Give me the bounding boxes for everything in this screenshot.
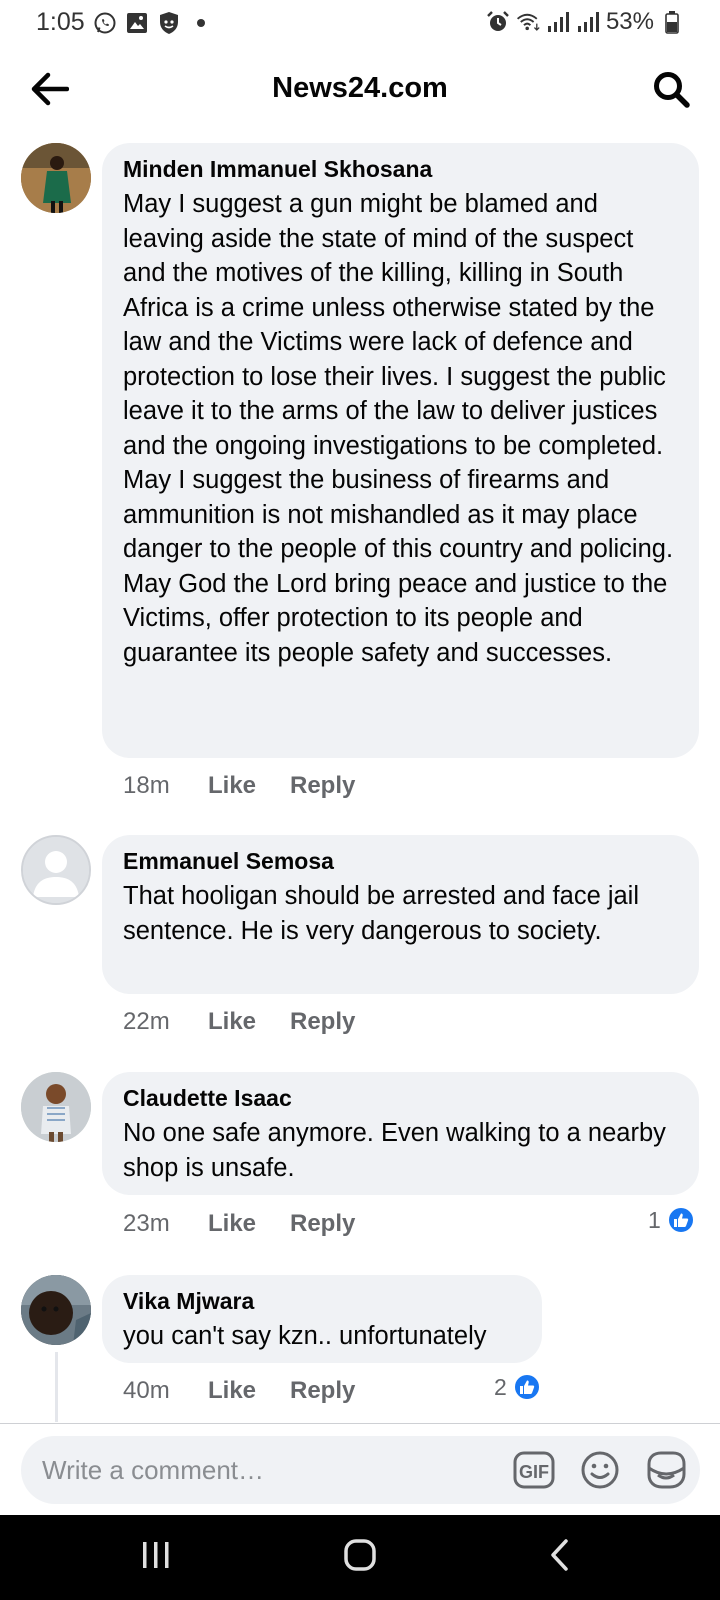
comment-text: May I suggest a gun might be blamed and … <box>123 190 674 667</box>
comment-time: 40m <box>123 1377 170 1404</box>
home-icon <box>343 1538 377 1577</box>
avatar[interactable] <box>21 1072 91 1142</box>
status-bar-left: 1:05 <box>36 8 213 37</box>
gallery-icon <box>125 11 149 35</box>
status-time: 1:05 <box>36 8 85 36</box>
emoji-icon[interactable] <box>578 1448 622 1492</box>
thumbs-up-icon <box>666 1206 695 1234</box>
shield-icon <box>157 11 181 35</box>
like-button[interactable]: Like <box>208 1008 290 1036</box>
comment-bubble[interactable]: Minden Immanuel Skhosana May I suggest a… <box>102 143 699 758</box>
page-title: News24.com <box>272 72 448 104</box>
comment-actions: 18m Like Reply <box>123 772 355 800</box>
comment-actions: 22m Like Reply <box>123 1008 355 1036</box>
avatar[interactable] <box>21 835 91 905</box>
avatar[interactable] <box>21 143 91 213</box>
recent-apps-icon <box>140 1540 172 1575</box>
composer-icons: GIF <box>512 1448 688 1492</box>
reply-button[interactable]: Reply <box>290 1008 355 1036</box>
reply-button[interactable]: Reply <box>290 772 355 800</box>
reaction-count[interactable]: 1 <box>648 1206 695 1234</box>
reaction-count[interactable]: 2 <box>494 1373 541 1401</box>
search-button[interactable] <box>648 68 694 114</box>
composer-divider <box>0 1423 720 1424</box>
dot-icon <box>189 11 213 35</box>
reaction-count-value: 2 <box>494 1373 507 1400</box>
home-button[interactable] <box>330 1535 390 1579</box>
recent-apps-button[interactable] <box>126 1535 186 1579</box>
reply-button[interactable]: Reply <box>290 1377 355 1405</box>
reaction-count-value: 1 <box>648 1206 661 1233</box>
comment-composer[interactable]: Write a comment… GIF <box>21 1436 700 1504</box>
like-button[interactable]: Like <box>208 772 290 800</box>
comment-author[interactable]: Minden Immanuel Skhosana <box>123 155 679 183</box>
comment-bubble[interactable]: Emmanuel Semosa That hooligan should be … <box>102 835 699 994</box>
comment-bubble[interactable]: Vika Mjwara you can't say kzn.. unfortun… <box>102 1275 542 1363</box>
status-bar-right: 53% <box>486 8 684 36</box>
signal-icon <box>576 10 600 34</box>
thumbs-up-icon <box>512 1373 541 1401</box>
search-icon <box>652 70 690 113</box>
comment-input[interactable]: Write a comment… <box>42 1455 264 1486</box>
comment-actions: 23m Like Reply <box>123 1210 355 1238</box>
system-nav-bar <box>0 1515 720 1600</box>
avatar[interactable] <box>21 1275 91 1345</box>
comment-actions: 40m Like Reply <box>123 1377 355 1405</box>
nav-back-button[interactable] <box>530 1535 590 1579</box>
comment-text: That hooligan should be arrested and fac… <box>123 882 640 945</box>
comment-author[interactable]: Emmanuel Semosa <box>123 847 679 875</box>
battery-percent: 53% <box>605 8 654 35</box>
comment-text: No one safe anymore. Even walking to a n… <box>123 1119 666 1182</box>
whatsapp-icon <box>93 11 117 35</box>
like-button[interactable]: Like <box>208 1377 290 1405</box>
comment-time: 22m <box>123 1008 170 1035</box>
comment-author[interactable]: Claudette Isaac <box>123 1084 679 1112</box>
comment-author[interactable]: Vika Mjwara <box>123 1287 522 1315</box>
back-icon <box>548 1538 572 1577</box>
gif-icon[interactable]: GIF <box>512 1448 556 1492</box>
status-bar: 1:05 53% <box>0 0 720 46</box>
svg-text:GIF: GIF <box>519 1462 549 1482</box>
comment-time: 18m <box>123 772 170 799</box>
sticker-icon[interactable] <box>644 1448 688 1492</box>
like-button[interactable]: Like <box>208 1210 290 1238</box>
comment-time: 23m <box>123 1210 170 1237</box>
alarm-icon <box>486 10 510 34</box>
reply-button[interactable]: Reply <box>290 1210 355 1238</box>
comment-text: you can't say kzn.. unfortunately <box>123 1322 487 1350</box>
wifi-icon <box>516 10 540 34</box>
reply-thread-line <box>55 1352 58 1422</box>
app-header: News24.com <box>0 56 720 126</box>
comment-bubble[interactable]: Claudette Isaac No one safe anymore. Eve… <box>102 1072 699 1195</box>
battery-icon <box>660 10 684 34</box>
signal-icon <box>546 10 570 34</box>
